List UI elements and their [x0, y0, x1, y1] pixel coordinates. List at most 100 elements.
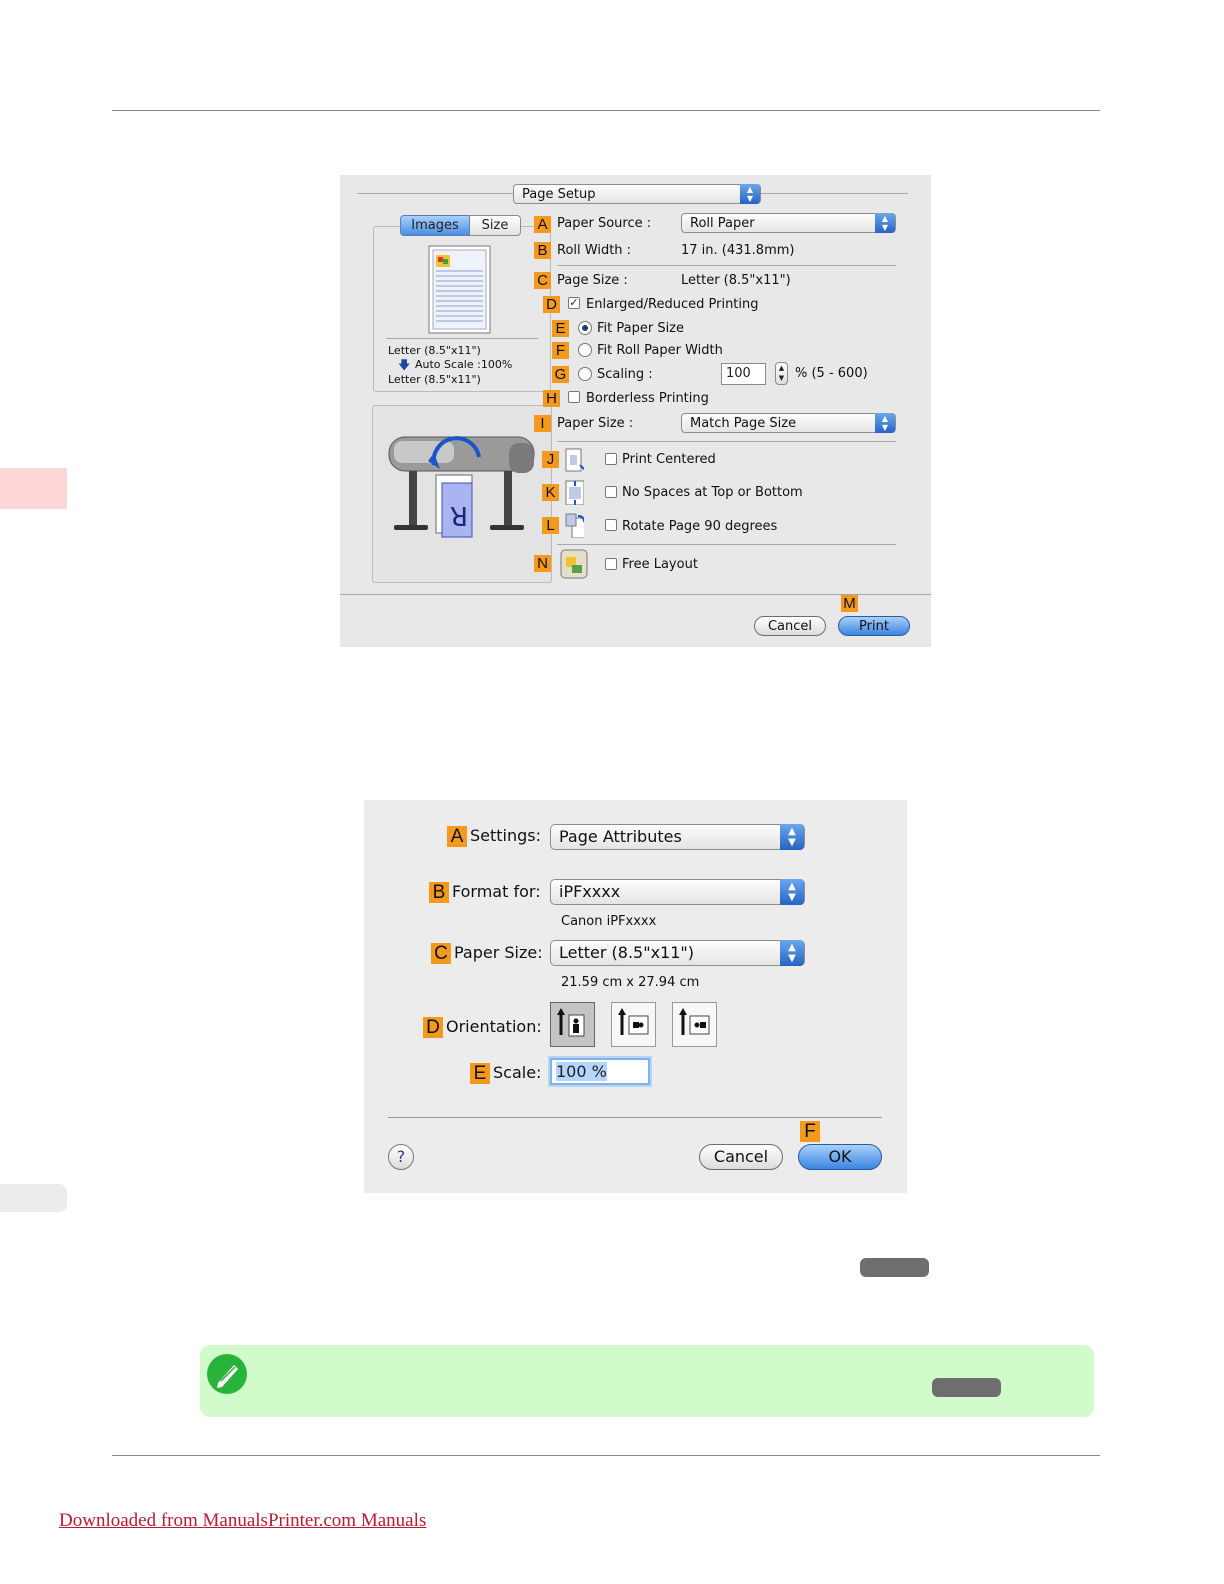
- note-box: [200, 1345, 1094, 1417]
- landscape-right-icon: [679, 1008, 710, 1035]
- badge-a: A: [534, 216, 551, 233]
- row-separator: [557, 265, 896, 266]
- badge-d: D: [423, 1017, 443, 1038]
- badge-l: L: [542, 517, 559, 534]
- tab-bar: Images Size: [400, 215, 521, 236]
- bottom-rule: [112, 1455, 1100, 1456]
- badge-f: F: [552, 342, 569, 359]
- page-size-label: Page Size :: [557, 273, 628, 288]
- print-centered-checkbox[interactable]: [605, 453, 617, 465]
- footer-download-link[interactable]: Downloaded from ManualsPrinter.com Manua…: [59, 1510, 426, 1532]
- format-for-value: iPFxxxx: [559, 882, 621, 901]
- format-for-popup[interactable]: iPFxxxx ▲ ▼: [550, 879, 805, 905]
- side-tab-chapter[interactable]: [0, 468, 67, 509]
- tab-size[interactable]: Size: [470, 215, 521, 236]
- settings-label: Settings:: [470, 826, 542, 845]
- badge-f: F: [800, 1121, 820, 1142]
- borderless-label: Borderless Printing: [586, 391, 709, 406]
- fit-paper-radio[interactable]: [578, 321, 592, 335]
- paper-size-popup[interactable]: Match Page Size ▲ ▼: [681, 413, 896, 433]
- orientation-landscape-right-button[interactable]: [672, 1002, 717, 1047]
- scale-input[interactable]: 100 %: [550, 1058, 650, 1085]
- badge-j: J: [542, 451, 559, 468]
- print-button[interactable]: Print: [838, 616, 910, 636]
- orientation-portrait-button[interactable]: [550, 1002, 595, 1047]
- fit-roll-radio[interactable]: [578, 343, 592, 357]
- orientation-landscape-left-button[interactable]: [611, 1002, 656, 1047]
- scaling-input[interactable]: 100: [721, 363, 766, 385]
- ok-button[interactable]: OK: [798, 1144, 882, 1170]
- print-centered-icon: [565, 448, 584, 472]
- page-attributes-dialog: A Settings: Page Attributes ▲ ▼ B Format …: [364, 800, 907, 1193]
- popup-arrows-icon: ▲ ▼: [780, 940, 804, 966]
- top-rule: [112, 110, 1100, 111]
- settings-popup[interactable]: Page Attributes ▲ ▼: [550, 824, 805, 850]
- borderless-checkbox[interactable]: [568, 391, 580, 403]
- orientation-label: Orientation:: [446, 1017, 542, 1036]
- no-spaces-label: No Spaces at Top or Bottom: [622, 485, 803, 500]
- page-setup-popup[interactable]: Page Setup ▲ ▼: [513, 184, 761, 204]
- help-button[interactable]: ?: [388, 1144, 414, 1170]
- popup-arrows-icon: ▲ ▼: [875, 413, 895, 433]
- print-centered-label: Print Centered: [622, 452, 716, 467]
- landscape-left-icon: [618, 1008, 649, 1035]
- page-preview-thumbnail: [428, 245, 491, 334]
- row-separator: [557, 544, 896, 545]
- side-tab-gray[interactable]: [0, 1184, 67, 1212]
- roll-width-value: 17 in. (431.8mm): [681, 243, 795, 258]
- fit-paper-label: Fit Paper Size: [597, 321, 685, 336]
- badge-e: E: [470, 1063, 490, 1084]
- paper-size-label: Paper Size :: [557, 416, 634, 431]
- page-reference-pill[interactable]: [860, 1258, 929, 1277]
- free-layout-checkbox[interactable]: [605, 558, 617, 570]
- badge-n: N: [534, 555, 551, 572]
- enlarged-checkbox[interactable]: ✓: [568, 297, 580, 309]
- preview-line3: Letter (8.5"x11"): [388, 373, 481, 386]
- scaling-radio[interactable]: [578, 367, 592, 381]
- page-size-value: Letter (8.5"x11"): [681, 273, 791, 288]
- cancel-button[interactable]: Cancel: [699, 1144, 783, 1170]
- paper-source-label: Paper Source :: [557, 216, 652, 231]
- tab-images[interactable]: Images: [400, 215, 470, 236]
- format-for-label: Format for:: [452, 882, 541, 901]
- printer-illustration: R: [388, 436, 535, 538]
- row-separator: [557, 441, 896, 442]
- format-for-subtitle: Canon iPFxxxx: [561, 914, 657, 929]
- bottom-separator: [388, 1117, 882, 1118]
- badge-c: C: [431, 943, 451, 964]
- page-setup-popup-label: Page Setup: [522, 187, 596, 202]
- badge-b: B: [534, 242, 551, 259]
- scaling-range: % (5 - 600): [795, 366, 868, 381]
- scale-value: 100 %: [556, 1062, 607, 1081]
- popup-arrows-icon: ▲ ▼: [740, 184, 760, 204]
- svg-text:R: R: [450, 500, 468, 530]
- paper-size-value: Match Page Size: [690, 416, 797, 431]
- badge-c: C: [534, 272, 551, 289]
- roll-width-label: Roll Width :: [557, 243, 632, 258]
- paper-source-popup[interactable]: Roll Paper ▲ ▼: [681, 213, 896, 233]
- badge-g: G: [552, 366, 569, 383]
- paper-size-popup[interactable]: Letter (8.5"x11") ▲ ▼: [550, 940, 805, 966]
- cancel-button[interactable]: Cancel: [754, 616, 826, 636]
- title-line-right: [761, 193, 908, 194]
- popup-arrows-icon: ▲ ▼: [875, 213, 895, 233]
- paper-size-label: Paper Size:: [454, 943, 543, 962]
- badge-m: M: [841, 595, 858, 612]
- badge-d: D: [543, 296, 560, 313]
- arrow-down-icon: 🡇: [398, 358, 411, 372]
- scaling-stepper[interactable]: ▲ ▼: [775, 362, 788, 385]
- paper-size-value: Letter (8.5"x11"): [559, 943, 695, 962]
- paper-size-subtitle: 21.59 cm x 27.94 cm: [561, 975, 700, 990]
- no-spaces-checkbox[interactable]: [605, 486, 617, 498]
- note-reference-pill[interactable]: [932, 1378, 1001, 1397]
- rotate-checkbox[interactable]: [605, 519, 617, 531]
- popup-arrows-icon: ▲ ▼: [780, 824, 804, 850]
- badge-e: E: [552, 320, 569, 337]
- preview-divider: [386, 338, 538, 339]
- badge-i: I: [534, 415, 551, 432]
- preview-line2: Auto Scale :100%: [415, 358, 513, 371]
- popup-arrows-icon: ▲ ▼: [780, 879, 804, 905]
- badge-b: B: [429, 882, 449, 903]
- page-setup-dialog: Page Setup ▲ ▼ Images Size Letter (8.5"x1…: [340, 175, 931, 647]
- rotate-label: Rotate Page 90 degrees: [622, 519, 778, 534]
